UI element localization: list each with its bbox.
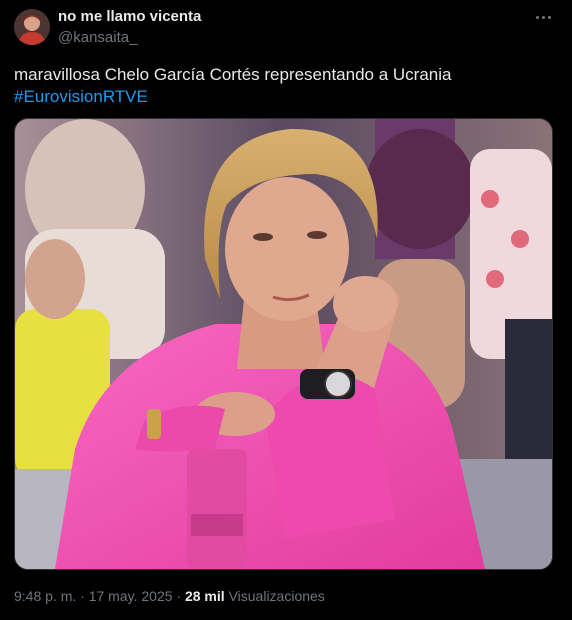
separator: · [176,588,182,604]
tweet-meta: 9:48 p. m. · 17 may. 2025 · 28 mil Visua… [14,588,325,604]
views-count: 28 mil [184,588,225,604]
views-label: Visualizaciones [228,588,325,604]
more-horizontal-icon [541,15,545,19]
more-horizontal-icon [535,15,539,19]
tweet-text: maravillosa Chelo García Cortés represen… [14,64,554,108]
avatar[interactable] [14,9,50,45]
tweet-time[interactable]: 9:48 p. m. [14,588,76,604]
tweet-date[interactable]: 17 may. 2025 [89,588,173,604]
photo-illustration [15,119,552,569]
hashtag-link[interactable]: #EurovisionRTVE [14,87,148,106]
more-horizontal-icon [547,15,551,19]
handle[interactable]: @kansaita_ [58,29,137,46]
separator: · [80,588,85,604]
avatar-photo [14,9,50,45]
tweet-photo[interactable] [14,118,553,570]
tweet: no me llamo vicenta @kansaita_ maravillo… [0,0,572,620]
display-name[interactable]: no me llamo vicenta [58,8,201,25]
more-options-button[interactable] [531,9,555,25]
tweet-body: maravillosa Chelo García Cortés represen… [14,65,452,84]
